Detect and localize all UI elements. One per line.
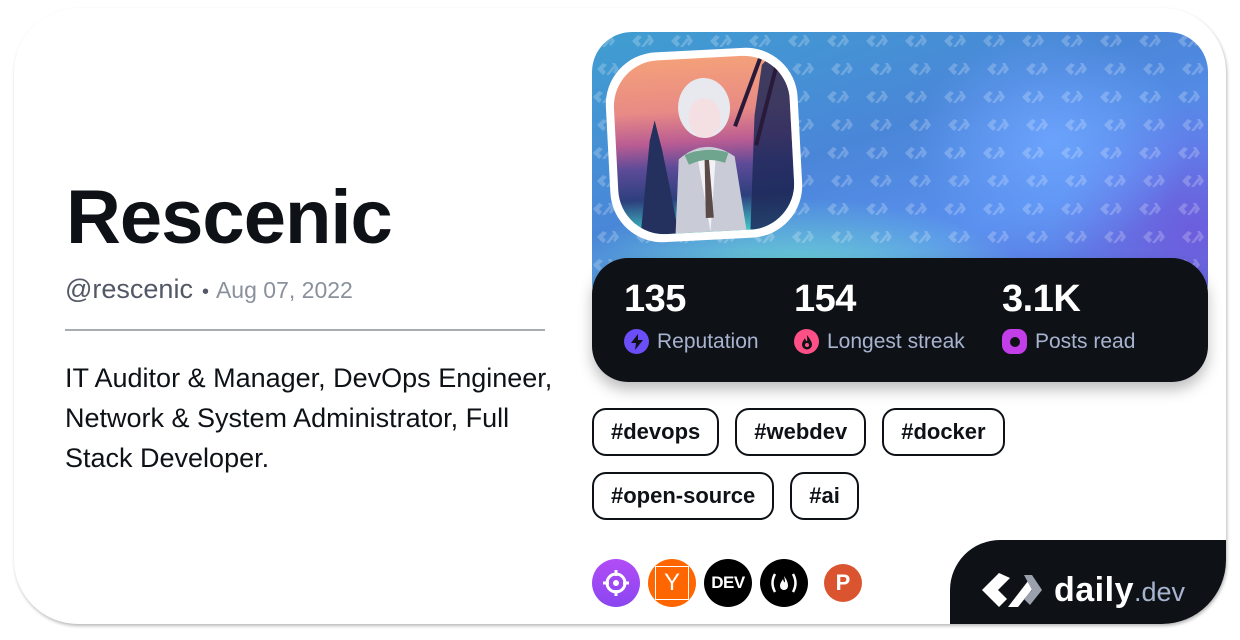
tag-chip[interactable]: #webdev (735, 408, 867, 456)
stat-value: 3.1K (1002, 278, 1081, 320)
streak-flame-icon (794, 329, 819, 354)
product-hunt-source-icon[interactable]: P (824, 564, 862, 602)
brand-dev: .dev (1133, 576, 1186, 607)
stat-longest-streak: 154 Longest streak (794, 278, 965, 354)
profile-handle[interactable]: @rescenic (65, 274, 193, 305)
daily-dev-brand[interactable]: daily .dev (950, 540, 1226, 624)
avatar[interactable] (611, 53, 797, 237)
stat-label: Reputation (657, 329, 759, 353)
crosshair-source-icon[interactable] (592, 559, 640, 607)
stat-value: 154 (794, 278, 856, 320)
reputation-bolt-icon (624, 329, 649, 354)
avatar-illustration (640, 53, 797, 236)
joined-date: Aug 07, 2022 (215, 277, 353, 303)
brand-daily: daily (1054, 570, 1134, 609)
stat-label: Posts read (1035, 329, 1136, 353)
tag-chip[interactable]: #ai (790, 472, 859, 520)
tag-chip[interactable]: #docker (882, 408, 1005, 456)
tags-list: #devops #webdev #docker #open-source #ai (592, 408, 1032, 520)
freecodecamp-source-icon[interactable] (760, 559, 808, 607)
daily-dev-logo-icon (982, 573, 1042, 607)
posts-read-ring-icon (1002, 329, 1027, 354)
dev-to-source-icon[interactable]: DEV (704, 559, 752, 607)
profile-name: Rescenic (66, 175, 393, 260)
sources-list: Y DEV P (592, 559, 862, 607)
avatar-frame (603, 45, 805, 245)
stat-reputation: 135 Reputation (624, 278, 759, 354)
y-combinator-source-icon[interactable]: Y (648, 559, 696, 607)
stat-label: Longest streak (827, 329, 965, 353)
profile-bio: IT Auditor & Manager, DevOps Engineer, N… (65, 363, 553, 473)
devcard: Rescenic @rescenic • Aug 07, 2022 IT Aud… (14, 8, 1226, 624)
stats-panel: 135 Reputation 154 Longest streak 3.1K P… (592, 258, 1208, 382)
profile-meta: @rescenic • Aug 07, 2022 (65, 274, 353, 305)
tag-chip[interactable]: #devops (592, 408, 720, 456)
meta-separator: • (201, 281, 209, 303)
stat-value: 135 (624, 278, 686, 320)
divider (65, 329, 545, 331)
stat-posts-read: 3.1K Posts read (1002, 278, 1135, 354)
tag-chip[interactable]: #open-source (592, 472, 775, 520)
